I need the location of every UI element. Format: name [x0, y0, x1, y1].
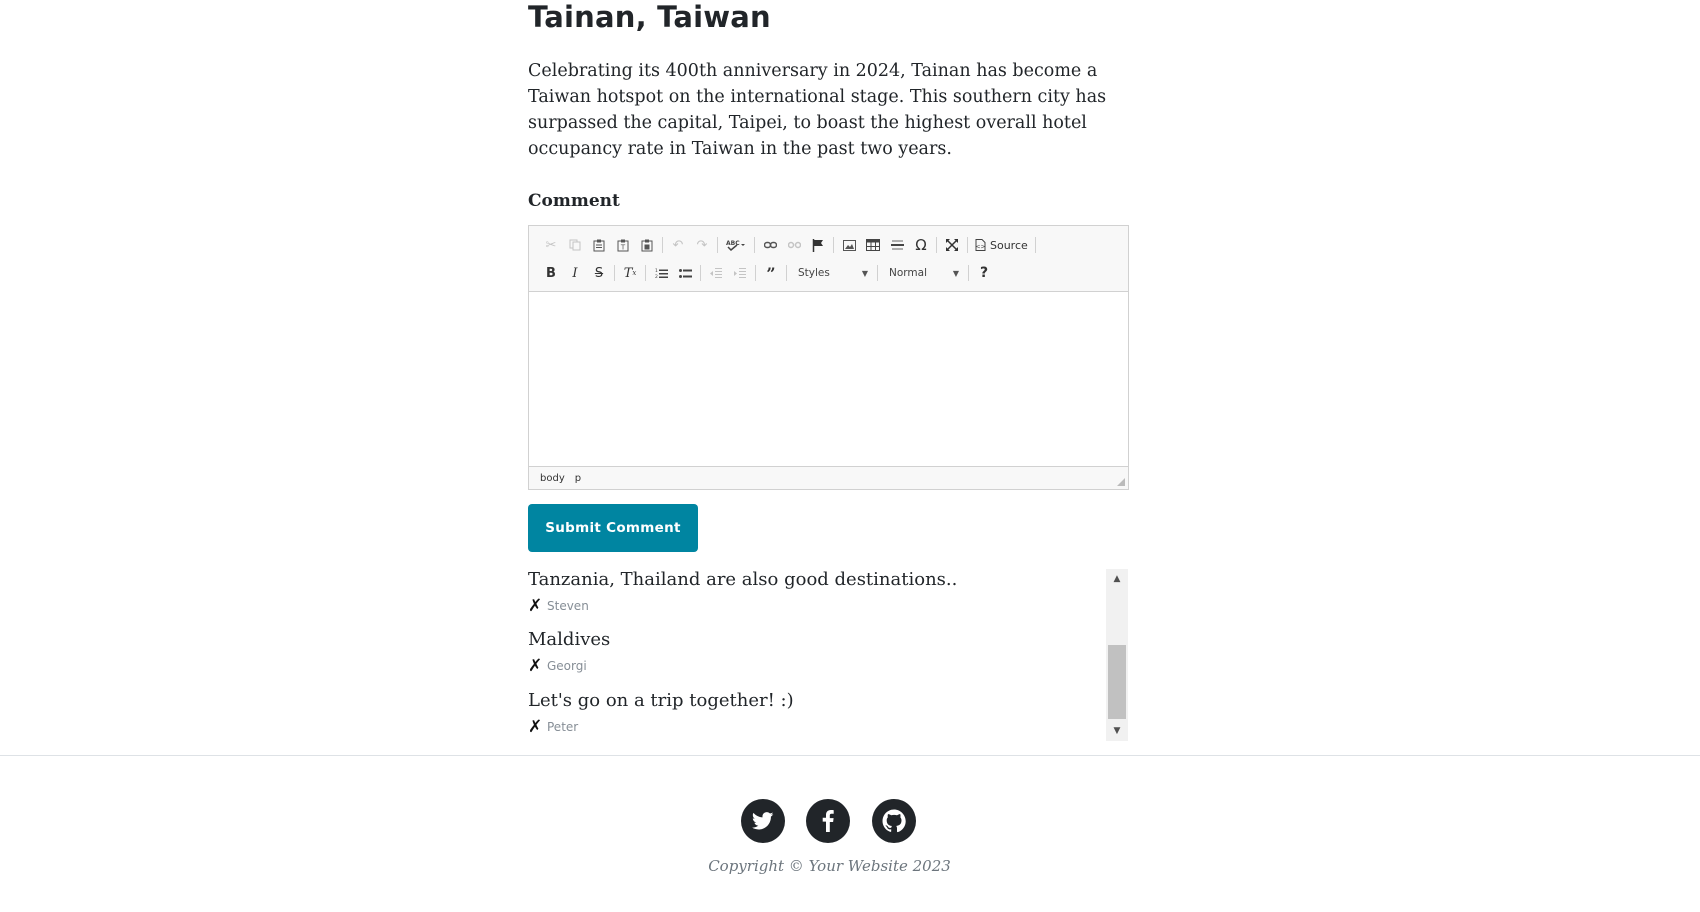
toolbar-separator: [645, 265, 646, 281]
maximize-icon[interactable]: [940, 234, 964, 256]
horizontal-line-icon[interactable]: [885, 234, 909, 256]
editor-toolbar: ✂ T ↶ ↷ ABC Ω <> Source B I S T x 1 2 ” …: [529, 226, 1128, 292]
cut-icon[interactable]: ✂: [539, 234, 563, 256]
bulleted-list-icon[interactable]: [673, 262, 697, 284]
toolbar-separator: [662, 237, 663, 253]
toolbar-row-2: B I S Tx 12 ” Styles ▼ Normal ▼ ?: [539, 262, 996, 284]
comment-item: Let's go on a trip together! :) ✗ Peter: [528, 690, 794, 737]
toolbar-row-1: ✂ T ↶ ↷ ABC Ω <> Source: [539, 234, 1039, 256]
element-path-body[interactable]: body: [540, 473, 565, 484]
comments-scrollbar[interactable]: ▲ ▼: [1106, 569, 1128, 741]
image-icon[interactable]: [837, 234, 861, 256]
toolbar-separator: [755, 265, 756, 281]
comment-meta: ✗ Peter: [528, 717, 794, 737]
comment-text: Tanzania, Thailand are also good destina…: [528, 569, 958, 590]
facebook-icon: [822, 810, 834, 832]
chevron-down-icon: ▼: [952, 268, 959, 278]
svg-text:1: 1: [655, 268, 658, 274]
toolbar-separator: [967, 237, 968, 253]
comment-author: Georgi: [547, 659, 587, 673]
toolbar-separator: [968, 265, 969, 281]
comment-meta: ✗ Georgi: [528, 656, 610, 676]
toolbar-separator: [786, 265, 787, 281]
delete-comment-icon[interactable]: ✗: [528, 656, 544, 676]
resize-handle-icon[interactable]: [1117, 478, 1125, 486]
unlink-icon[interactable]: [782, 234, 806, 256]
copy-icon[interactable]: [563, 234, 587, 256]
toolbar-separator: [936, 237, 937, 253]
delete-comment-icon[interactable]: ✗: [528, 717, 544, 737]
github-icon: [882, 809, 906, 833]
svg-text:<>: <>: [975, 244, 985, 251]
bold-icon[interactable]: B: [539, 262, 563, 284]
numbered-list-icon[interactable]: 12: [649, 262, 673, 284]
outdent-icon[interactable]: [704, 262, 728, 284]
styles-dropdown[interactable]: Styles ▼: [790, 262, 874, 284]
link-icon[interactable]: [758, 234, 782, 256]
github-link[interactable]: [872, 799, 916, 843]
blockquote-icon[interactable]: ”: [759, 262, 783, 284]
remove-format-icon[interactable]: Tx: [618, 262, 642, 284]
format-label: Normal: [889, 267, 927, 279]
anchor-icon[interactable]: [806, 234, 830, 256]
submit-comment-button[interactable]: Submit Comment: [528, 504, 698, 552]
toolbar-separator: [877, 265, 878, 281]
svg-text:T: T: [620, 243, 626, 251]
comment-text: Let's go on a trip together! :): [528, 690, 794, 711]
page-title: Tainan, Taiwan: [528, 0, 771, 34]
comments-list: Tanzania, Thailand are also good destina…: [528, 569, 1128, 741]
spellcheck-icon[interactable]: ABC: [721, 234, 751, 256]
rich-text-editor: ✂ T ↶ ↷ ABC Ω <> Source B I S T x 1 2 ” …: [528, 225, 1129, 490]
element-path-p[interactable]: p: [575, 473, 581, 484]
comment-item: Tanzania, Thailand are also good destina…: [528, 569, 957, 616]
undo-icon[interactable]: ↶: [666, 234, 690, 256]
chevron-down-icon: ▼: [861, 268, 868, 278]
toolbar-separator: [700, 265, 701, 281]
facebook-link[interactable]: [806, 799, 850, 843]
toolbar-separator: [614, 265, 615, 281]
comment-text: Maldives: [528, 629, 611, 650]
paste-word-icon[interactable]: [635, 234, 659, 256]
source-icon: <>: [975, 239, 986, 251]
svg-text:ABC: ABC: [726, 240, 740, 247]
scroll-down-icon[interactable]: ▼: [1106, 721, 1128, 741]
special-char-icon[interactable]: Ω: [909, 234, 933, 256]
twitter-icon: [752, 812, 774, 830]
toolbar-separator: [754, 237, 755, 253]
comment-author: Peter: [547, 720, 579, 734]
strike-icon[interactable]: S: [587, 262, 611, 284]
source-label: Source: [990, 238, 1028, 252]
toolbar-separator: [1034, 237, 1036, 253]
source-button[interactable]: <> Source: [971, 234, 1032, 256]
table-icon[interactable]: [861, 234, 885, 256]
indent-icon[interactable]: [728, 262, 752, 284]
twitter-link[interactable]: [741, 799, 785, 843]
comment-item: Maldives ✗ Georgi: [528, 629, 610, 676]
comment-label: Comment: [528, 191, 620, 211]
scrollbar-thumb[interactable]: [1108, 645, 1126, 719]
format-dropdown[interactable]: Normal ▼: [881, 262, 965, 284]
comment-meta: ✗ Steven: [528, 596, 957, 616]
paste-text-icon[interactable]: T: [611, 234, 635, 256]
copyright-text: Copyright © Your Website 2023: [708, 857, 951, 875]
delete-comment-icon[interactable]: ✗: [528, 596, 544, 616]
editor-content-area[interactable]: [529, 292, 1128, 466]
scroll-up-icon[interactable]: ▲: [1106, 569, 1128, 589]
article-paragraph: Celebrating its 400th anniversary in 202…: [528, 61, 1107, 159]
styles-label: Styles: [798, 267, 830, 279]
paste-icon[interactable]: [587, 234, 611, 256]
footer: Copyright © Your Website 2023: [0, 755, 1700, 912]
redo-icon[interactable]: ↷: [690, 234, 714, 256]
toolbar-separator: [833, 237, 834, 253]
editor-status-bar: body p: [529, 466, 1128, 489]
toolbar-separator: [717, 237, 718, 253]
svg-text:2: 2: [655, 274, 658, 279]
comment-author: Steven: [547, 599, 589, 613]
help-icon[interactable]: ?: [972, 262, 996, 284]
italic-icon[interactable]: I: [563, 262, 587, 284]
